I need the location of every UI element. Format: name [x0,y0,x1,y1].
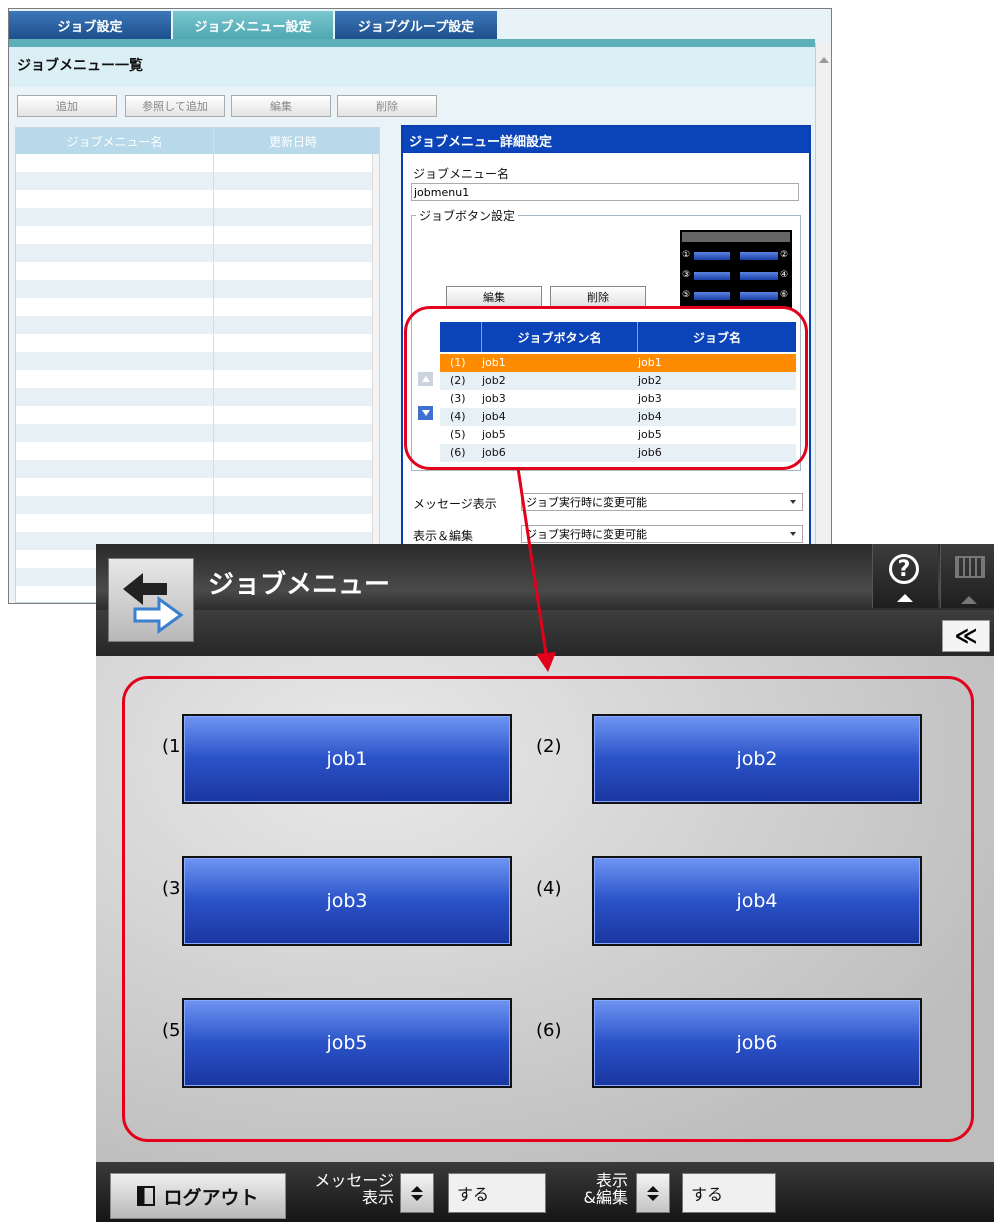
message-label-line1: メッセージ [314,1171,394,1190]
display-edit-label: 表示＆編集 [413,529,474,543]
spin-down-icon [647,1194,659,1201]
keyboard-icon [955,556,985,578]
list-row[interactable] [16,496,372,514]
preview-button [694,292,730,300]
display-edit-label: 表示 &編集 [552,1172,628,1206]
list-row[interactable] [16,424,372,442]
delete-button[interactable]: 削除 [337,95,437,117]
column-header-name[interactable]: ジョブメニュー名 [16,128,213,154]
chevron-down-icon [790,532,796,536]
scroll-up-icon[interactable] [819,57,829,63]
message-label-line2: 表示 [361,1188,394,1207]
preview-number: ⑥ [780,290,789,300]
list-row[interactable] [16,388,372,406]
column-divider [213,128,214,602]
callout-highlight-table [404,306,808,470]
preview-button [740,292,778,300]
job-button-edit-button[interactable]: 編集 [446,286,542,308]
preview-button [694,272,730,280]
list-row[interactable] [16,280,372,298]
triangle-up-icon [961,596,977,604]
list-row[interactable] [16,244,372,262]
layout-preview-image: ① ② ③ ④ ⑤ ⑥ [680,230,792,308]
preview-header-bar [682,232,790,242]
spin-up-icon [411,1185,423,1192]
job-button-delete-button[interactable]: 削除 [550,286,646,308]
vertical-scrollbar[interactable] [815,43,831,603]
collapse-button[interactable]: ≪ [942,620,990,652]
preview-button [740,272,778,280]
back-button[interactable] [108,558,194,642]
list-title: ジョブメニュー一覧 [17,58,143,74]
detail-title: ジョブメニュー詳細設定 [403,127,809,153]
list-row[interactable] [16,316,372,334]
panel-title: ジョブメニュー [208,570,391,600]
list-row[interactable] [16,460,372,478]
spin-up-icon [647,1185,659,1192]
preview-button [740,252,778,260]
callout-highlight-buttons [122,676,974,1142]
spin-down-icon [411,1194,423,1201]
preview-number: ① [682,250,691,260]
menu-name-label: ジョブメニュー名 [413,167,510,181]
preview-button [694,252,730,260]
preview-number: ③ [682,270,691,280]
list-row[interactable] [16,172,372,190]
list-row[interactable] [16,352,372,370]
message-display-label: メッセージ 表示 [294,1172,394,1206]
panel-footer: ログアウト メッセージ 表示 する 表示 &編集 する [96,1162,994,1222]
add-button[interactable]: 追加 [17,95,117,117]
callout-arrow-icon [516,467,556,672]
list-scrollbar[interactable] [372,154,379,602]
display-edit-spinner-button[interactable] [636,1173,670,1213]
tab-job-group-settings[interactable]: ジョブグループ設定 [335,11,497,39]
menu-name-input[interactable]: jobmenu1 [411,183,799,201]
tab-job-settings[interactable]: ジョブ設定 [9,11,171,39]
triangle-up-icon [897,594,913,602]
message-spinner-button[interactable] [400,1173,434,1213]
tab-underline [9,39,815,47]
switch-arrows-icon [123,573,184,634]
add-with-reference-button[interactable]: 参照して追加 [125,95,225,117]
logout-button[interactable]: ログアウト [110,1173,286,1219]
preview-number: ② [780,250,789,260]
chevron-down-icon [790,500,796,504]
display-edit-value: する [682,1173,776,1213]
message-display-value: する [448,1173,546,1213]
logout-label: ログアウト [163,1186,259,1209]
display-label-line2: &編集 [583,1188,628,1207]
preview-number: ④ [780,270,789,280]
help-icon: ? [889,554,919,584]
tab-job-menu-settings[interactable]: ジョブメニュー設定 [173,11,333,39]
logout-icon [137,1186,156,1206]
keyboard-button[interactable] [940,544,994,608]
edit-button[interactable]: 編集 [231,95,331,117]
preview-number: ⑤ [682,290,691,300]
list-row[interactable] [16,208,372,226]
help-button[interactable]: ? [872,544,938,608]
message-display-label: メッセージ表示 [413,497,497,511]
display-label-line1: 表示 [595,1171,628,1190]
job-button-settings-legend: ジョブボタン設定 [416,207,519,224]
column-header-updated[interactable]: 更新日時 [214,128,372,154]
job-menu-list[interactable]: ジョブメニュー名 更新日時 [15,127,380,603]
